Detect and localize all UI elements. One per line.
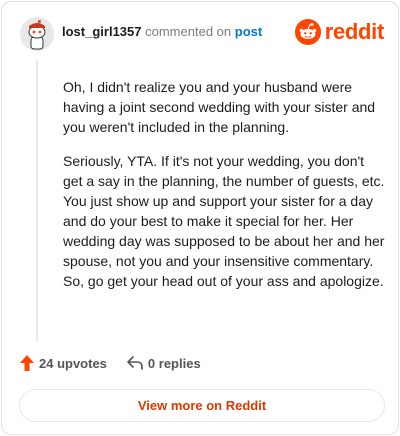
action-text: commented on [145,24,232,39]
comment-body: Oh, I didn't realize you and your husban… [63,77,385,305]
post-link[interactable]: post [235,24,262,39]
embedded-comment-card: lost_girl1357 commented on post reddit O… [1,1,399,435]
thread-line [36,60,38,342]
comment-meta: lost_girl1357 commented on post [62,24,262,40]
reply-count: 0 replies [147,355,201,371]
comment-actions: 24 upvotes 0 replies [20,355,201,371]
view-more-button[interactable]: View more on Reddit [19,389,385,422]
comment-header: lost_girl1357 commented on post reddit [20,17,384,51]
reddit-logo-icon [294,19,321,45]
upvote-count: 24 upvotes [39,355,107,371]
comment-paragraph: Seriously, YTA. If it's not your wedding… [63,153,385,289]
username[interactable]: lost_girl1357 [62,24,142,39]
upvote-arrow-icon [20,355,34,371]
brand-wordmark: reddit [324,19,385,44]
avatar[interactable] [20,17,54,51]
reply-button[interactable]: 0 replies [127,356,201,371]
reply-icon [127,356,143,370]
snoo-avatar-icon [20,17,54,51]
comment-paragraph: Oh, I didn't realize you and your husban… [63,79,376,135]
upvote-button[interactable]: 24 upvotes [20,355,107,371]
reddit-brand[interactable]: reddit [294,19,385,45]
